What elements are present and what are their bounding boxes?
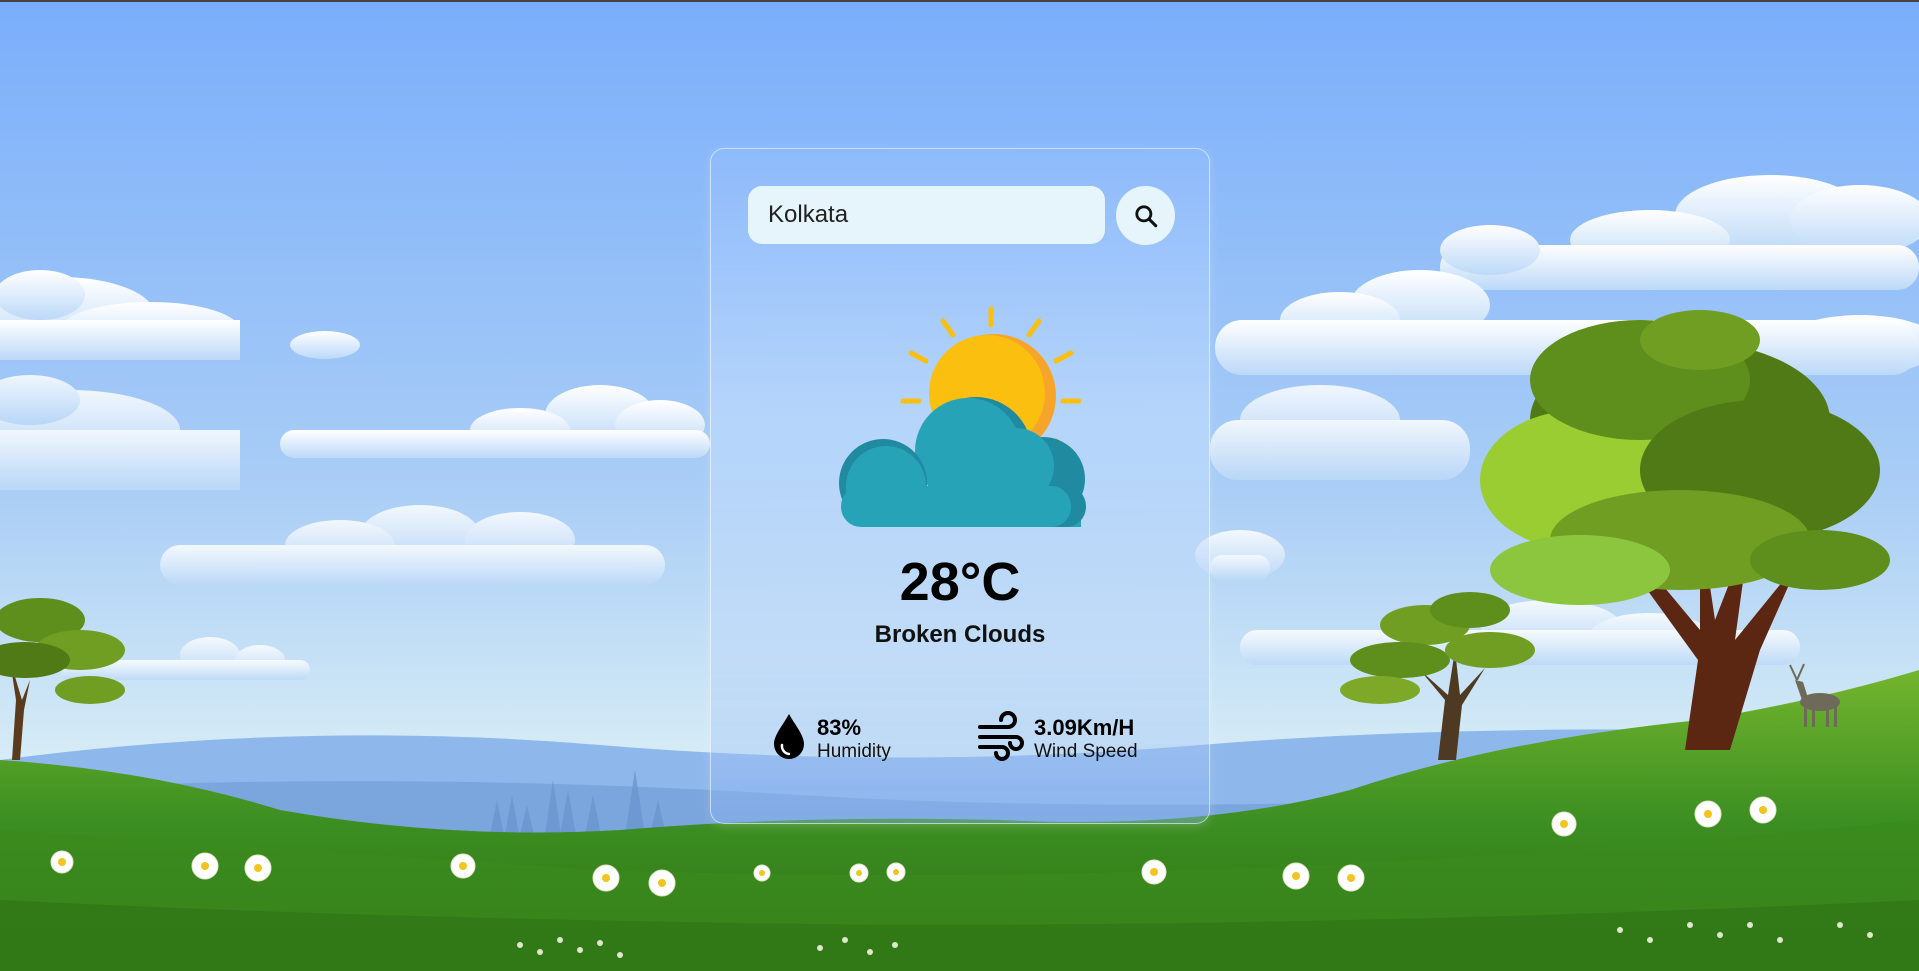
weather-description: Broken Clouds — [874, 621, 1046, 648]
search-button[interactable] — [1116, 186, 1175, 245]
wind-icon — [978, 711, 1024, 761]
wind-speed-label: Wind Speed — [1034, 741, 1138, 762]
humidity-value: 83% — [817, 715, 862, 740]
weather-card: 28°C Broken Clouds 83% Humidity 3.09Km/H… — [710, 148, 1210, 824]
search-icon — [1134, 204, 1157, 227]
city-search-input[interactable] — [748, 186, 1105, 244]
humidity-label: Humidity — [817, 741, 891, 762]
top-border — [0, 0, 1919, 2]
water-drop-icon — [774, 714, 804, 759]
search-bar — [748, 186, 1175, 246]
partly-cloudy-icon — [839, 306, 1086, 527]
temperature: 28°C — [899, 552, 1021, 612]
wind-speed-value: 3.09Km/H — [1034, 715, 1135, 740]
